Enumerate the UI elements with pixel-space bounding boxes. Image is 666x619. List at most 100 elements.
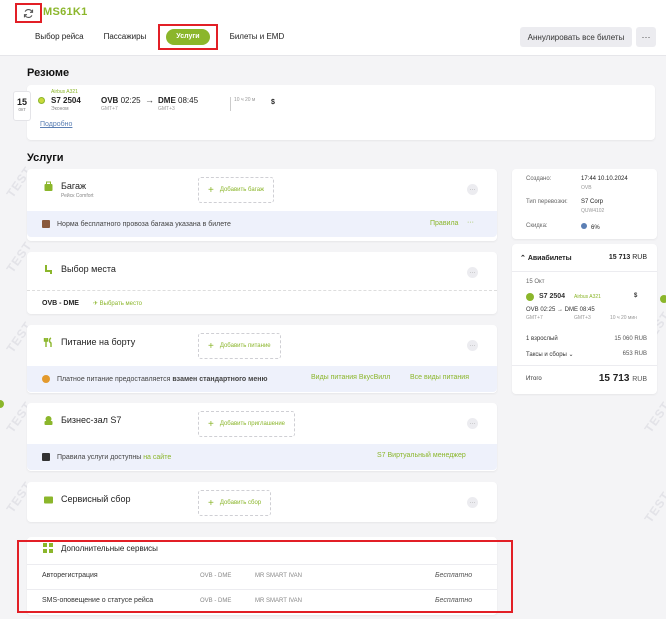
watermark: TEST <box>641 488 666 526</box>
all-meals-link[interactable]: Все виды питания <box>410 374 469 381</box>
service-fee-card: Сервисный сбор + Добавить сбор ··· <box>27 482 497 522</box>
lounge-note-text: Правила услуги доступны на сайте <box>57 454 171 461</box>
seat-card: Выбор места ··· OVB - DME ✈ Выбрать мест… <box>27 252 497 314</box>
collapse-button[interactable]: ··· <box>467 418 478 429</box>
lounge-note-pre: Правила услуги доступны <box>57 453 144 461</box>
cutlery-icon <box>42 336 54 348</box>
monitor-icon <box>42 453 50 461</box>
collapse-button[interactable]: ··· <box>467 497 478 508</box>
airline-logo-icon <box>526 293 534 301</box>
tab-services-highlight: Услуги <box>158 24 218 50</box>
add-fee-button[interactable]: + Добавить сбор <box>198 490 272 516</box>
total-value: 15 713 <box>598 373 630 384</box>
departure-code: OVB <box>101 96 119 105</box>
plane-icon: ✈ <box>92 300 100 307</box>
add-baggage-button[interactable]: + Добавить багаж <box>198 177 275 203</box>
chevron-up-icon: ⌃ <box>520 255 528 262</box>
airline-logo-icon <box>38 97 45 104</box>
seat-segment-row: OVB - DME ✈ Выбрать место <box>27 290 497 315</box>
departure-gmt: GMT+7 <box>526 315 543 321</box>
plus-icon: + <box>208 497 214 509</box>
tab-services[interactable]: Услуги <box>166 29 210 45</box>
tickets-price-card: ⌃ Авиабилеты 15 713 RUB 15 Окт S7 2504 A… <box>512 244 657 394</box>
choose-seat-label: Выбрать место <box>99 300 142 307</box>
baggage-sub: Рейск Comfort <box>61 193 94 199</box>
meal-note-bold: взамен стандартного меню <box>172 375 268 383</box>
seat-route: OVB - DME <box>42 299 79 307</box>
tab-passengers[interactable]: Пассажиры <box>94 24 157 50</box>
cancel-all-tickets-button[interactable]: Аннулировать все билеты <box>520 27 632 47</box>
flight-date-month: окт <box>18 107 26 113</box>
booking-info-card: Создано: 17:44 10.10.2024 OVB Тип перево… <box>512 169 657 239</box>
seat-icon <box>42 263 54 275</box>
currency-icon: $ <box>271 99 275 106</box>
meal-card: Питание на борту + Добавить питание ··· П… <box>27 325 497 393</box>
tickets-header[interactable]: ⌃ Авиабилеты <box>520 254 572 262</box>
flight-date-day: 15 <box>16 97 27 107</box>
carrier-type-sub: QUW4102 <box>581 208 605 214</box>
header: MS61K1 Выбор рейса Пассажиры Услуги Биле… <box>0 0 666 56</box>
discount-value: 6% <box>581 223 600 231</box>
route-times: OVB 02:25 → DME 08:45 <box>526 307 595 313</box>
add-baggage-label: Добавить багаж <box>219 187 265 193</box>
add-invitation-label: Добавить приглашение <box>219 421 286 427</box>
taxes-label: Таксы и сборы <box>526 352 567 358</box>
choose-seat-link[interactable]: ✈ Выбрать место <box>93 300 142 307</box>
collapse-button[interactable]: ··· <box>467 267 478 278</box>
refresh-button[interactable] <box>15 3 42 23</box>
baggage-note-text: Норма бесплатного провоза багажа указана… <box>57 220 231 228</box>
taxes-value: 653 RUB <box>622 351 647 357</box>
refresh-icon <box>23 8 34 18</box>
watermark: TEST <box>641 398 666 436</box>
collapse-button[interactable]: ··· <box>467 340 478 351</box>
tab-bar: Выбор рейса Пассажиры Услуги Билеты и EM… <box>25 24 294 50</box>
details-link[interactable]: Подробно <box>40 121 72 128</box>
suitcase-icon <box>42 220 50 228</box>
discount-percent: 6% <box>591 225 600 231</box>
created-label: Создано: <box>526 176 552 182</box>
arrival-code: DME <box>158 96 176 105</box>
lounge-site-link[interactable]: на сайте <box>143 454 171 461</box>
plus-icon: + <box>208 418 214 430</box>
meal-note-text: Платное питание предоставляется взамен с… <box>57 376 267 383</box>
add-meal-button[interactable]: + Добавить питание <box>198 333 281 359</box>
chevron-down-icon: ⌄ <box>568 352 574 358</box>
divider <box>512 271 657 272</box>
carrier-type-value: S7 Corp <box>581 199 604 205</box>
baggage-name: Багаж <box>61 181 87 191</box>
add-invitation-button[interactable]: + Добавить приглашение <box>198 411 296 437</box>
tickets-total: 15 713 RUB <box>609 254 647 261</box>
more-icon[interactable]: ··· <box>467 219 474 226</box>
booking-pnr: MS61K1 <box>43 6 88 18</box>
tab-tickets-emd[interactable]: Билеты и EMD <box>220 24 295 50</box>
aircraft-type: Airbus A321 <box>574 294 601 300</box>
flight-number: S7 2504 <box>539 293 566 300</box>
tab-flight-selection[interactable]: Выбор рейса <box>25 24 94 50</box>
plus-icon: + <box>208 184 214 196</box>
flight-number: S7 2504 <box>51 96 81 105</box>
arrival-gmt: GMT+3 <box>574 315 591 321</box>
plus-icon: + <box>208 340 214 352</box>
more-menu-button[interactable]: ··· <box>636 27 656 47</box>
departure: OVB 02:25 <box>101 96 141 105</box>
created-value: 17:44 10.10.2024 <box>581 176 628 182</box>
taxes-toggle[interactable]: Таксы и сборы ⌄ <box>526 351 574 358</box>
baggage-rules-link[interactable]: Правила <box>430 220 458 227</box>
total-label: Итого <box>526 376 542 382</box>
tickets-total-value: 15 713 <box>608 254 631 261</box>
total-currency: RUB <box>632 376 647 383</box>
created-sub: OVB <box>581 185 592 191</box>
virtual-manager-link[interactable]: S7 Виртуальный менеджер <box>377 452 466 459</box>
divider <box>512 365 657 366</box>
adult-value: 15 060 RUB <box>614 336 647 342</box>
wallet-icon <box>42 493 54 505</box>
meal-name: Питание на борту <box>61 337 136 347</box>
flight-duration: 10 ч 20 м <box>230 97 255 111</box>
lounge-header: Бизнес-зал S7 + Добавить приглашение ··· <box>27 403 497 437</box>
baggage-card: Багаж Рейск Comfort + Добавить багаж ··· … <box>27 169 497 241</box>
departure-gmt: GMT+7 <box>101 106 118 112</box>
services-title: Услуги <box>27 152 64 164</box>
baggage-icon <box>42 180 54 192</box>
collapse-button[interactable]: ··· <box>467 184 478 195</box>
vkusvill-meals-link[interactable]: Виды питания ВкусВилл <box>311 374 390 381</box>
